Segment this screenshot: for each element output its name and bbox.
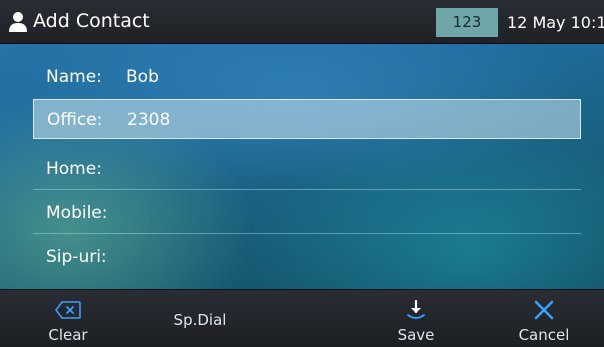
save-button[interactable]: Save xyxy=(356,290,476,347)
field-row-office[interactable]: Office: 2308 xyxy=(33,99,581,139)
backspace-icon xyxy=(55,301,81,319)
field-row-mobile[interactable]: Mobile: xyxy=(33,193,581,234)
contact-person-icon xyxy=(9,12,27,32)
page-title: Add Contact xyxy=(33,10,150,32)
field-value[interactable]: 2308 xyxy=(127,100,170,140)
close-icon xyxy=(534,300,554,320)
field-label: Office: xyxy=(47,110,103,130)
field-label: Home: xyxy=(46,159,102,179)
row-divider xyxy=(33,233,581,234)
phone-screen: Add Contact 123 12 May 10:14 Name: Bob O… xyxy=(0,0,604,347)
field-row-sip-uri[interactable]: Sip-uri: xyxy=(33,237,581,277)
field-label: Mobile: xyxy=(46,203,108,223)
speed-dial-button[interactable]: Sp.Dial xyxy=(140,290,260,347)
save-arrow-icon xyxy=(407,300,425,319)
field-row-home[interactable]: Home: xyxy=(33,149,581,190)
field-value[interactable]: Bob xyxy=(126,57,159,97)
softkey-label: Clear xyxy=(48,326,88,344)
softkey-label: Sp.Dial xyxy=(173,311,227,329)
field-label: Sip-uri: xyxy=(46,247,107,267)
softkey-label: Cancel xyxy=(518,326,570,344)
title-bar: Add Contact 123 12 May 10:14 xyxy=(0,0,604,44)
softkey-bar: Clear Sp.Dial Save Cancel xyxy=(0,289,604,347)
datetime-display: 12 May 10:14 xyxy=(507,13,604,32)
clear-button[interactable]: Clear xyxy=(8,290,128,347)
field-row-name[interactable]: Name: Bob xyxy=(33,57,581,97)
input-mode-indicator[interactable]: 123 xyxy=(436,8,498,37)
field-label: Name: xyxy=(46,67,102,87)
softkey-label: Save xyxy=(397,326,435,344)
row-divider xyxy=(33,189,581,190)
cancel-button[interactable]: Cancel xyxy=(484,290,604,347)
